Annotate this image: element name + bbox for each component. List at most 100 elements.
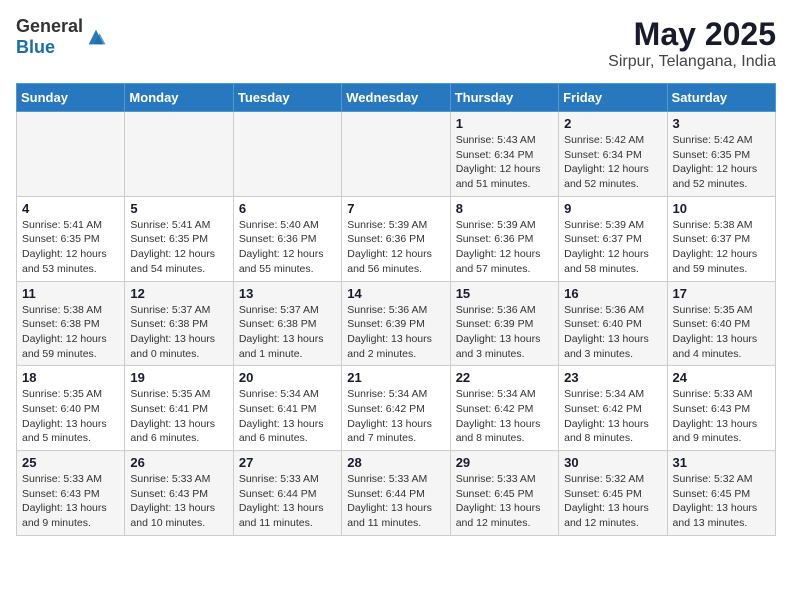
calendar-cell: 13 Sunrise: 5:37 AM Sunset: 6:38 PM Dayli… bbox=[233, 281, 341, 366]
day-info: Sunrise: 5:40 AM Sunset: 6:36 PM Dayligh… bbox=[239, 218, 336, 277]
calendar-cell: 18 Sunrise: 5:35 AM Sunset: 6:40 PM Dayli… bbox=[17, 366, 125, 451]
day-info: Sunrise: 5:41 AM Sunset: 6:35 PM Dayligh… bbox=[130, 218, 227, 277]
day-info: Sunrise: 5:33 AM Sunset: 6:44 PM Dayligh… bbox=[239, 472, 336, 531]
logo-icon bbox=[85, 26, 107, 48]
logo: General Blue bbox=[16, 16, 107, 58]
day-number: 21 bbox=[347, 370, 444, 385]
day-info: Sunrise: 5:35 AM Sunset: 6:40 PM Dayligh… bbox=[673, 303, 770, 362]
weekday-header-sunday: Sunday bbox=[17, 84, 125, 112]
day-info: Sunrise: 5:41 AM Sunset: 6:35 PM Dayligh… bbox=[22, 218, 119, 277]
day-info: Sunrise: 5:38 AM Sunset: 6:38 PM Dayligh… bbox=[22, 303, 119, 362]
day-number: 20 bbox=[239, 370, 336, 385]
day-info: Sunrise: 5:34 AM Sunset: 6:42 PM Dayligh… bbox=[564, 387, 661, 446]
day-info: Sunrise: 5:32 AM Sunset: 6:45 PM Dayligh… bbox=[564, 472, 661, 531]
day-number: 9 bbox=[564, 201, 661, 216]
calendar-cell: 4 Sunrise: 5:41 AM Sunset: 6:35 PM Daylig… bbox=[17, 196, 125, 281]
calendar-cell: 3 Sunrise: 5:42 AM Sunset: 6:35 PM Daylig… bbox=[667, 112, 775, 197]
day-info: Sunrise: 5:35 AM Sunset: 6:41 PM Dayligh… bbox=[130, 387, 227, 446]
day-info: Sunrise: 5:37 AM Sunset: 6:38 PM Dayligh… bbox=[239, 303, 336, 362]
day-number: 16 bbox=[564, 286, 661, 301]
day-number: 30 bbox=[564, 455, 661, 470]
day-info: Sunrise: 5:36 AM Sunset: 6:40 PM Dayligh… bbox=[564, 303, 661, 362]
day-info: Sunrise: 5:36 AM Sunset: 6:39 PM Dayligh… bbox=[456, 303, 553, 362]
day-info: Sunrise: 5:38 AM Sunset: 6:37 PM Dayligh… bbox=[673, 218, 770, 277]
day-info: Sunrise: 5:34 AM Sunset: 6:41 PM Dayligh… bbox=[239, 387, 336, 446]
day-number: 12 bbox=[130, 286, 227, 301]
calendar-cell: 29Sunrise: 5:33 AM Sunset: 6:45 PM Dayli… bbox=[450, 451, 558, 536]
day-number: 8 bbox=[456, 201, 553, 216]
day-info: Sunrise: 5:33 AM Sunset: 6:43 PM Dayligh… bbox=[22, 472, 119, 531]
day-info: Sunrise: 5:33 AM Sunset: 6:43 PM Dayligh… bbox=[130, 472, 227, 531]
calendar-cell: 12 Sunrise: 5:37 AM Sunset: 6:38 PM Dayli… bbox=[125, 281, 233, 366]
day-info: Sunrise: 5:39 AM Sunset: 6:36 PM Dayligh… bbox=[347, 218, 444, 277]
day-info: Sunrise: 5:35 AM Sunset: 6:40 PM Dayligh… bbox=[22, 387, 119, 446]
calendar-cell: 9 Sunrise: 5:39 AM Sunset: 6:37 PM Daylig… bbox=[559, 196, 667, 281]
weekday-header-monday: Monday bbox=[125, 84, 233, 112]
day-number: 6 bbox=[239, 201, 336, 216]
calendar-cell: 6 Sunrise: 5:40 AM Sunset: 6:36 PM Daylig… bbox=[233, 196, 341, 281]
logo-text: General Blue bbox=[16, 16, 83, 58]
day-number: 17 bbox=[673, 286, 770, 301]
day-info: Sunrise: 5:33 AM Sunset: 6:44 PM Dayligh… bbox=[347, 472, 444, 531]
calendar-cell: 5 Sunrise: 5:41 AM Sunset: 6:35 PM Daylig… bbox=[125, 196, 233, 281]
day-info: Sunrise: 5:37 AM Sunset: 6:38 PM Dayligh… bbox=[130, 303, 227, 362]
calendar-cell: 19Sunrise: 5:35 AM Sunset: 6:41 PM Dayli… bbox=[125, 366, 233, 451]
calendar-cell bbox=[17, 112, 125, 197]
calendar-cell bbox=[125, 112, 233, 197]
day-info: Sunrise: 5:39 AM Sunset: 6:36 PM Dayligh… bbox=[456, 218, 553, 277]
day-number: 13 bbox=[239, 286, 336, 301]
day-info: Sunrise: 5:32 AM Sunset: 6:45 PM Dayligh… bbox=[673, 472, 770, 531]
day-number: 2 bbox=[564, 116, 661, 131]
day-info: Sunrise: 5:33 AM Sunset: 6:45 PM Dayligh… bbox=[456, 472, 553, 531]
calendar-subtitle: Sirpur, Telangana, India bbox=[608, 53, 776, 71]
calendar-week-row: 11 Sunrise: 5:38 AM Sunset: 6:38 PM Dayli… bbox=[17, 281, 776, 366]
day-number: 23 bbox=[564, 370, 661, 385]
day-number: 5 bbox=[130, 201, 227, 216]
day-number: 26 bbox=[130, 455, 227, 470]
calendar-cell: 27Sunrise: 5:33 AM Sunset: 6:44 PM Dayli… bbox=[233, 451, 341, 536]
calendar-cell: 26 Sunrise: 5:33 AM Sunset: 6:43 PM Dayli… bbox=[125, 451, 233, 536]
day-number: 10 bbox=[673, 201, 770, 216]
day-info: Sunrise: 5:33 AM Sunset: 6:43 PM Dayligh… bbox=[673, 387, 770, 446]
calendar-cell: 21 Sunrise: 5:34 AM Sunset: 6:42 PM Dayli… bbox=[342, 366, 450, 451]
day-number: 4 bbox=[22, 201, 119, 216]
calendar-week-row: 25 Sunrise: 5:33 AM Sunset: 6:43 PM Dayli… bbox=[17, 451, 776, 536]
calendar-week-row: 18 Sunrise: 5:35 AM Sunset: 6:40 PM Dayli… bbox=[17, 366, 776, 451]
day-number: 25 bbox=[22, 455, 119, 470]
day-number: 11 bbox=[22, 286, 119, 301]
day-number: 14 bbox=[347, 286, 444, 301]
logo-blue: Blue bbox=[16, 37, 55, 57]
calendar-page: General Blue May 2025 Sirpur, Telangana,… bbox=[0, 0, 792, 552]
weekday-header-tuesday: Tuesday bbox=[233, 84, 341, 112]
calendar-cell: 14 Sunrise: 5:36 AM Sunset: 6:39 PM Dayli… bbox=[342, 281, 450, 366]
weekday-header-thursday: Thursday bbox=[450, 84, 558, 112]
calendar-cell: 17 Sunrise: 5:35 AM Sunset: 6:40 PM Dayli… bbox=[667, 281, 775, 366]
calendar-cell: 23 Sunrise: 5:34 AM Sunset: 6:42 PM Dayli… bbox=[559, 366, 667, 451]
weekday-header-row: SundayMondayTuesdayWednesdayThursdayFrid… bbox=[17, 84, 776, 112]
day-info: Sunrise: 5:34 AM Sunset: 6:42 PM Dayligh… bbox=[347, 387, 444, 446]
weekday-header-friday: Friday bbox=[559, 84, 667, 112]
calendar-table: SundayMondayTuesdayWednesdayThursdayFrid… bbox=[16, 83, 776, 536]
calendar-cell: 15 Sunrise: 5:36 AM Sunset: 6:39 PM Dayli… bbox=[450, 281, 558, 366]
calendar-cell: 24Sunrise: 5:33 AM Sunset: 6:43 PM Dayli… bbox=[667, 366, 775, 451]
day-info: Sunrise: 5:36 AM Sunset: 6:39 PM Dayligh… bbox=[347, 303, 444, 362]
day-info: Sunrise: 5:43 AM Sunset: 6:34 PM Dayligh… bbox=[456, 133, 553, 192]
calendar-cell: 8 Sunrise: 5:39 AM Sunset: 6:36 PM Daylig… bbox=[450, 196, 558, 281]
title-block: May 2025 Sirpur, Telangana, India bbox=[608, 16, 776, 71]
day-info: Sunrise: 5:39 AM Sunset: 6:37 PM Dayligh… bbox=[564, 218, 661, 277]
weekday-header-saturday: Saturday bbox=[667, 84, 775, 112]
day-number: 3 bbox=[673, 116, 770, 131]
day-number: 22 bbox=[456, 370, 553, 385]
calendar-cell: 31Sunrise: 5:32 AM Sunset: 6:45 PM Dayli… bbox=[667, 451, 775, 536]
day-number: 18 bbox=[22, 370, 119, 385]
page-header: General Blue May 2025 Sirpur, Telangana,… bbox=[16, 16, 776, 71]
calendar-cell: 16 Sunrise: 5:36 AM Sunset: 6:40 PM Dayli… bbox=[559, 281, 667, 366]
day-number: 15 bbox=[456, 286, 553, 301]
calendar-cell: 11 Sunrise: 5:38 AM Sunset: 6:38 PM Dayli… bbox=[17, 281, 125, 366]
calendar-cell: 1Sunrise: 5:43 AM Sunset: 6:34 PM Daylig… bbox=[450, 112, 558, 197]
calendar-cell: 20 Sunrise: 5:34 AM Sunset: 6:41 PM Dayli… bbox=[233, 366, 341, 451]
day-info: Sunrise: 5:42 AM Sunset: 6:34 PM Dayligh… bbox=[564, 133, 661, 192]
weekday-header-wednesday: Wednesday bbox=[342, 84, 450, 112]
day-info: Sunrise: 5:34 AM Sunset: 6:42 PM Dayligh… bbox=[456, 387, 553, 446]
day-info: Sunrise: 5:42 AM Sunset: 6:35 PM Dayligh… bbox=[673, 133, 770, 192]
